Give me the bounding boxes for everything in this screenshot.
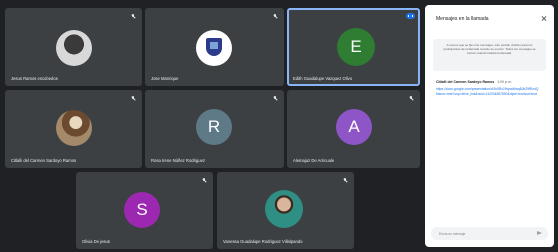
chat-panel-title: Mensajes en la llamada xyxy=(436,16,489,22)
speaking-indicator-icon xyxy=(406,13,415,19)
participant-photo xyxy=(265,190,303,228)
participant-tile[interactable]: S Olivia De jesus xyxy=(76,172,213,249)
participant-tile[interactable]: A Alemajaz De Arricuale xyxy=(287,90,420,168)
mic-off-icon xyxy=(273,96,277,101)
shield-icon xyxy=(206,38,222,57)
participant-tile-active-speaker[interactable]: E Edith Guadalupe Vazquez Olivo xyxy=(287,8,420,86)
chat-panel: Mensajes en la llamada A menos que se fi… xyxy=(425,5,554,247)
message-time: 1:09 p.m. xyxy=(497,80,512,84)
participant-name: Olivia De jesus xyxy=(82,239,110,244)
participant-name: Rosa Irene Núñez Rodriguez xyxy=(151,158,206,163)
chat-message-input[interactable]: Envía un mensaje xyxy=(431,227,548,240)
mic-off-icon xyxy=(273,14,277,19)
participant-name: Vanessa Guadalupe Rodriguez Villalpando xyxy=(223,239,303,244)
participant-tile[interactable]: R Rosa Irene Núñez Rodriguez xyxy=(145,90,284,168)
participant-avatar: S xyxy=(124,192,160,228)
message-sender-name: Citlalli del Carmen Sardoyo Ramos xyxy=(436,80,495,84)
avatar-letter: R xyxy=(207,117,221,136)
participant-name: Citlalli del Carmen Sardoyo Ramos xyxy=(11,158,77,163)
participant-name: Alemajaz De Arricuale xyxy=(293,158,335,163)
chat-input-placeholder: Envía un mensaje xyxy=(439,231,466,236)
participant-name: Jose Manrique xyxy=(151,76,179,81)
participant-tile[interactable]: Jose Manrique xyxy=(145,8,284,86)
participant-tile[interactable]: Jesus Ramos escobedos xyxy=(5,8,142,86)
mic-off-icon xyxy=(409,96,413,101)
message-sender: Citlalli del Carmen Sardoyo Ramos 1:09 p.… xyxy=(436,80,512,84)
participant-logo-image xyxy=(196,30,232,66)
mic-off-icon xyxy=(343,178,347,183)
participant-tile[interactable]: Vanessa Guadalupe Rodriguez Villalpando xyxy=(217,172,354,249)
avatar-letter: E xyxy=(350,37,362,56)
chat-notice: A menos que se fijen los mensajes, solo … xyxy=(433,39,546,71)
mic-off-icon xyxy=(131,96,135,101)
participant-avatar: A xyxy=(336,109,372,145)
participant-photo xyxy=(56,30,92,66)
send-icon[interactable] xyxy=(537,231,542,235)
avatar-letter: A xyxy=(348,117,360,136)
close-icon[interactable] xyxy=(541,15,547,21)
message-link[interactable]: https://docs.google.com/presentation/d/1… xyxy=(436,87,540,96)
participant-name: Edith Guadalupe Vazquez Olivo xyxy=(293,76,353,81)
mic-off-icon xyxy=(131,14,135,19)
participant-avatar: E xyxy=(337,28,375,66)
mic-off-icon xyxy=(202,178,206,183)
participant-photo xyxy=(56,110,92,146)
participant-tile[interactable]: Citlalli del Carmen Sardoyo Ramos xyxy=(5,90,142,168)
avatar-letter: S xyxy=(136,200,148,219)
video-grid: Jesus Ramos escobedos Jose Manrique E Ed… xyxy=(0,0,423,252)
participant-avatar: R xyxy=(196,109,232,145)
participant-name: Jesus Ramos escobedos xyxy=(11,76,58,81)
